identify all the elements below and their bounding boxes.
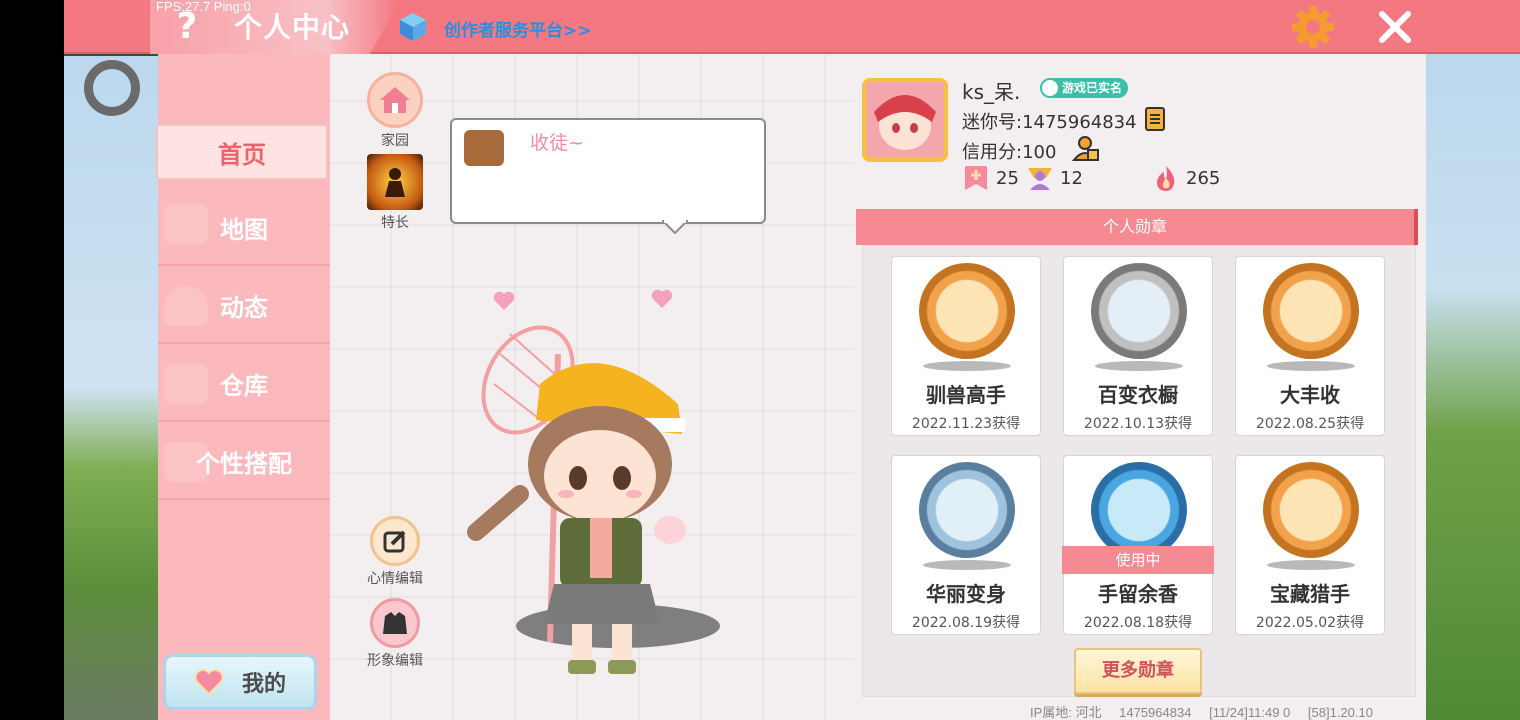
stat-value: 265 — [1186, 167, 1221, 189]
creator-platform-link[interactable]: 创作者服务平台>> — [444, 16, 592, 41]
heart-icon — [194, 669, 224, 695]
badge-date: 2022.08.19获得 — [911, 615, 1021, 631]
stat-popularity: 265 — [1152, 164, 1220, 192]
talent-button[interactable]: 特长 — [360, 154, 430, 232]
screen-record-icon[interactable] — [84, 60, 140, 116]
stat-value: 12 — [1060, 167, 1083, 189]
mood-edit-button[interactable]: 心情编辑 — [360, 516, 430, 588]
more-badges-button[interactable]: 更多勋章 — [1074, 648, 1202, 694]
badge-date: 2022.08.18获得 — [1083, 615, 1193, 631]
badge-card[interactable]: 大丰收 2022.08.25获得 — [1235, 256, 1385, 436]
plus-badge-icon — [965, 166, 987, 190]
badge-date: 2022.08.25获得 — [1255, 416, 1365, 432]
speech-text: 收徒~ — [530, 132, 584, 154]
copy-icon[interactable] — [1144, 106, 1168, 132]
badge-name: 手留余香 — [1098, 582, 1178, 606]
mini-id: 迷你号:1475964834 — [962, 112, 1137, 133]
avatar-image — [866, 82, 944, 158]
speech-bubble[interactable]: 收徒~ — [450, 118, 766, 224]
badge-name: 驯兽高手 — [926, 383, 1006, 407]
medal-shadow — [1267, 560, 1355, 570]
character-panel: 家园 特长 收徒~ 心情编辑 形象编辑 — [330, 54, 854, 720]
close-icon[interactable] — [1376, 8, 1414, 46]
stat-likes: 25 — [962, 164, 1019, 192]
verified-badge: 游戏已实名 — [1040, 78, 1129, 98]
ip-location: IP属地: 河北 — [1030, 705, 1102, 720]
sidebar-item-map[interactable]: 地图 — [158, 190, 330, 266]
talent-label: 特长 — [381, 215, 409, 231]
speech-avatar-icon — [464, 130, 504, 166]
mine-label: 我的 — [241, 672, 286, 697]
edit-icon — [370, 516, 420, 566]
badge-name: 华丽变身 — [926, 582, 1006, 606]
trophy-person-icon — [1028, 168, 1052, 190]
home-icon — [367, 72, 423, 128]
badge-date: 2022.11.23获得 — [911, 416, 1021, 432]
sidebar: 首页 地图 动态 仓库 个性搭配 我的 — [156, 54, 330, 720]
stat-fans: 12 — [1026, 164, 1083, 192]
image-edit-label: 形象编辑 — [367, 653, 423, 669]
player-character[interactable] — [450, 294, 740, 704]
badge-date: 2022.05.02获得 — [1255, 615, 1365, 631]
badge-card[interactable]: 驯兽高手 2022.11.23获得 — [891, 256, 1041, 436]
mine-button[interactable]: 我的 — [163, 654, 317, 710]
sidebar-item-dynamics[interactable]: 动态 — [158, 268, 330, 344]
nickname: ks_呆. — [962, 80, 1021, 104]
sidebar-item-label: 动态 — [220, 293, 268, 322]
wardrobe-medal-icon — [1091, 263, 1187, 359]
treasure-medal-icon — [1263, 462, 1359, 558]
credit-score: 信用分:100 — [962, 142, 1057, 163]
gear-icon[interactable] — [1290, 4, 1336, 50]
badge-card[interactable]: 使用中 手留余香 2022.08.18获得 — [1062, 455, 1214, 635]
flame-icon — [1157, 166, 1175, 191]
game-background-right — [1426, 0, 1520, 720]
fragrance-medal-icon — [1091, 462, 1187, 558]
home-label: 家园 — [381, 133, 409, 149]
mood-edit-label: 心情编辑 — [367, 571, 423, 587]
footer-time: [11/24]11:49 0 — [1209, 705, 1291, 720]
badge-name: 宝藏猎手 — [1270, 582, 1350, 606]
sidebar-item-label: 首页 — [218, 140, 266, 169]
image-edit-button[interactable]: 形象编辑 — [360, 598, 430, 670]
avatar[interactable] — [862, 78, 948, 162]
sidebar-item-label: 仓库 — [220, 371, 268, 400]
sidebar-item-home[interactable]: 首页 — [156, 124, 328, 180]
badge-name: 百变衣橱 — [1098, 383, 1178, 407]
harvest-medal-icon — [1263, 263, 1359, 359]
badge-card[interactable]: 宝藏猎手 2022.05.02获得 — [1235, 455, 1385, 635]
black-border — [0, 0, 64, 720]
outfit-edit-icon — [370, 598, 420, 648]
game-background-left — [64, 56, 158, 720]
badge-card[interactable]: 华丽变身 2022.08.19获得 — [891, 455, 1041, 635]
badge-header: 个人勋章 — [856, 209, 1418, 245]
badge-grid: 驯兽高手 2022.11.23获得 百变衣橱 2022.10.13获得 大丰收 … — [862, 245, 1416, 697]
footer-uid: 1475964834 — [1119, 705, 1192, 720]
footer-info: IP属地: 河北 1475964834 [11/24]11:49 0 [58]1… — [1030, 702, 1387, 720]
horse-medal-icon — [919, 263, 1015, 359]
transform-medal-icon — [919, 462, 1015, 558]
cube-icon[interactable] — [398, 12, 428, 42]
help-icon[interactable]: ? — [172, 6, 202, 48]
talent-icon — [367, 154, 423, 210]
home-button[interactable]: 家园 — [360, 72, 430, 150]
credit-person-icon[interactable] — [1072, 134, 1100, 162]
stat-value: 25 — [996, 167, 1019, 189]
medal-shadow — [1095, 361, 1183, 371]
sidebar-item-label: 地图 — [220, 215, 268, 244]
sidebar-item-style[interactable]: 个性搭配 — [158, 424, 330, 500]
speech-tail — [662, 220, 688, 234]
sidebar-item-warehouse[interactable]: 仓库 — [158, 346, 330, 422]
badge-card[interactable]: 百变衣橱 2022.10.13获得 — [1063, 256, 1213, 436]
sidebar-item-label: 个性搭配 — [196, 449, 292, 478]
medal-shadow — [1267, 361, 1355, 371]
in-use-badge: 使用中 — [1062, 546, 1214, 574]
page-title: 个人中心 — [234, 11, 351, 44]
medal-shadow — [923, 361, 1011, 371]
badge-date: 2022.10.13获得 — [1083, 416, 1193, 432]
badge-name: 大丰收 — [1280, 383, 1340, 407]
profile-panel: ks_呆. 游戏已实名 迷你号:1475964834 信用分:100 25 12… — [854, 54, 1426, 720]
footer-version: [58]1.20.10 — [1307, 705, 1373, 720]
medal-shadow — [923, 560, 1011, 570]
